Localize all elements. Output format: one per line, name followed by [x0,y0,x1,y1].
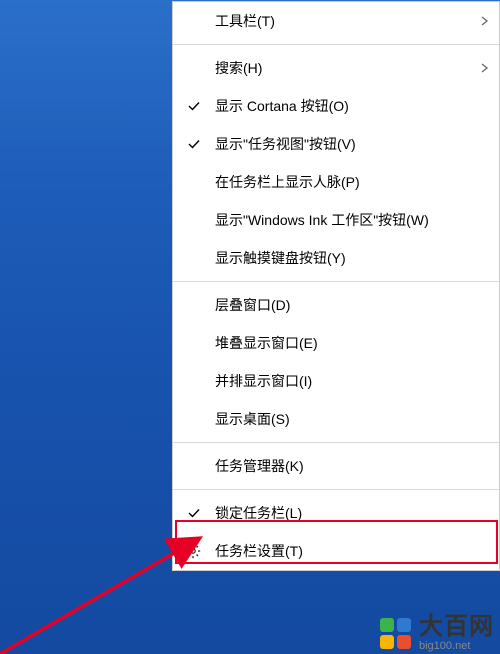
menu-item-label: 并排显示窗口(I) [215,371,479,391]
menu-item-show-desktop[interactable]: 显示桌面(S) [173,400,499,438]
logo-tile [380,635,394,649]
menu-item-show-windows-ink[interactable]: 显示"Windows Ink 工作区"按钮(W) [173,201,499,239]
logo-tile [397,618,411,632]
menu-item-label: 搜索(H) [215,58,479,78]
menu-item-search[interactable]: 搜索(H) [173,49,499,87]
menu-item-show-touch-keyboard[interactable]: 显示触摸键盘按钮(Y) [173,239,499,277]
menu-item-label: 显示桌面(S) [215,409,479,429]
logo-tile [397,635,411,649]
menu-item-cascade-windows[interactable]: 层叠窗口(D) [173,286,499,324]
taskbar-context-menu: 工具栏(T) 搜索(H) 显示 Cortana 按钮(O) 显示"任务视图"按钮… [172,1,500,571]
watermark-logo-icon [380,618,411,649]
menu-item-toolbars[interactable]: 工具栏(T) [173,2,499,40]
desktop-background: 工具栏(T) 搜索(H) 显示 Cortana 按钮(O) 显示"任务视图"按钮… [0,0,500,654]
menu-item-label: 显示 Cortana 按钮(O) [215,96,479,116]
watermark-url: big100.net [419,641,494,652]
menu-item-label: 工具栏(T) [215,11,479,31]
menu-separator [173,489,499,490]
chevron-right-icon [481,63,489,73]
menu-item-label: 显示"Windows Ink 工作区"按钮(W) [215,210,479,230]
chevron-right-icon [481,16,489,26]
menu-item-label: 任务管理器(K) [215,456,479,476]
check-icon [187,506,201,520]
menu-item-show-task-view[interactable]: 显示"任务视图"按钮(V) [173,125,499,163]
menu-item-label: 堆叠显示窗口(E) [215,333,479,353]
menu-item-label: 显示"任务视图"按钮(V) [215,134,479,154]
menu-item-label: 层叠窗口(D) [215,295,479,315]
menu-item-lock-taskbar[interactable]: 锁定任务栏(L) [173,494,499,532]
menu-item-label: 锁定任务栏(L) [215,503,479,523]
menu-item-label: 任务栏设置(T) [215,541,479,561]
watermark: 大百网 big100.net [380,615,494,652]
watermark-title: 大百网 [419,615,494,639]
menu-item-stack-windows[interactable]: 堆叠显示窗口(E) [173,324,499,362]
check-icon [187,99,201,113]
menu-item-show-cortana[interactable]: 显示 Cortana 按钮(O) [173,87,499,125]
menu-separator [173,442,499,443]
menu-separator [173,281,499,282]
menu-item-show-people[interactable]: 在任务栏上显示人脉(P) [173,163,499,201]
check-icon [187,137,201,151]
logo-tile [380,618,394,632]
menu-separator [173,44,499,45]
menu-item-label: 显示触摸键盘按钮(Y) [215,248,479,268]
menu-item-side-by-side[interactable]: 并排显示窗口(I) [173,362,499,400]
gear-icon [185,543,201,559]
menu-item-taskbar-settings[interactable]: 任务栏设置(T) [173,532,499,570]
menu-item-label: 在任务栏上显示人脉(P) [215,172,479,192]
menu-item-task-manager[interactable]: 任务管理器(K) [173,447,499,485]
